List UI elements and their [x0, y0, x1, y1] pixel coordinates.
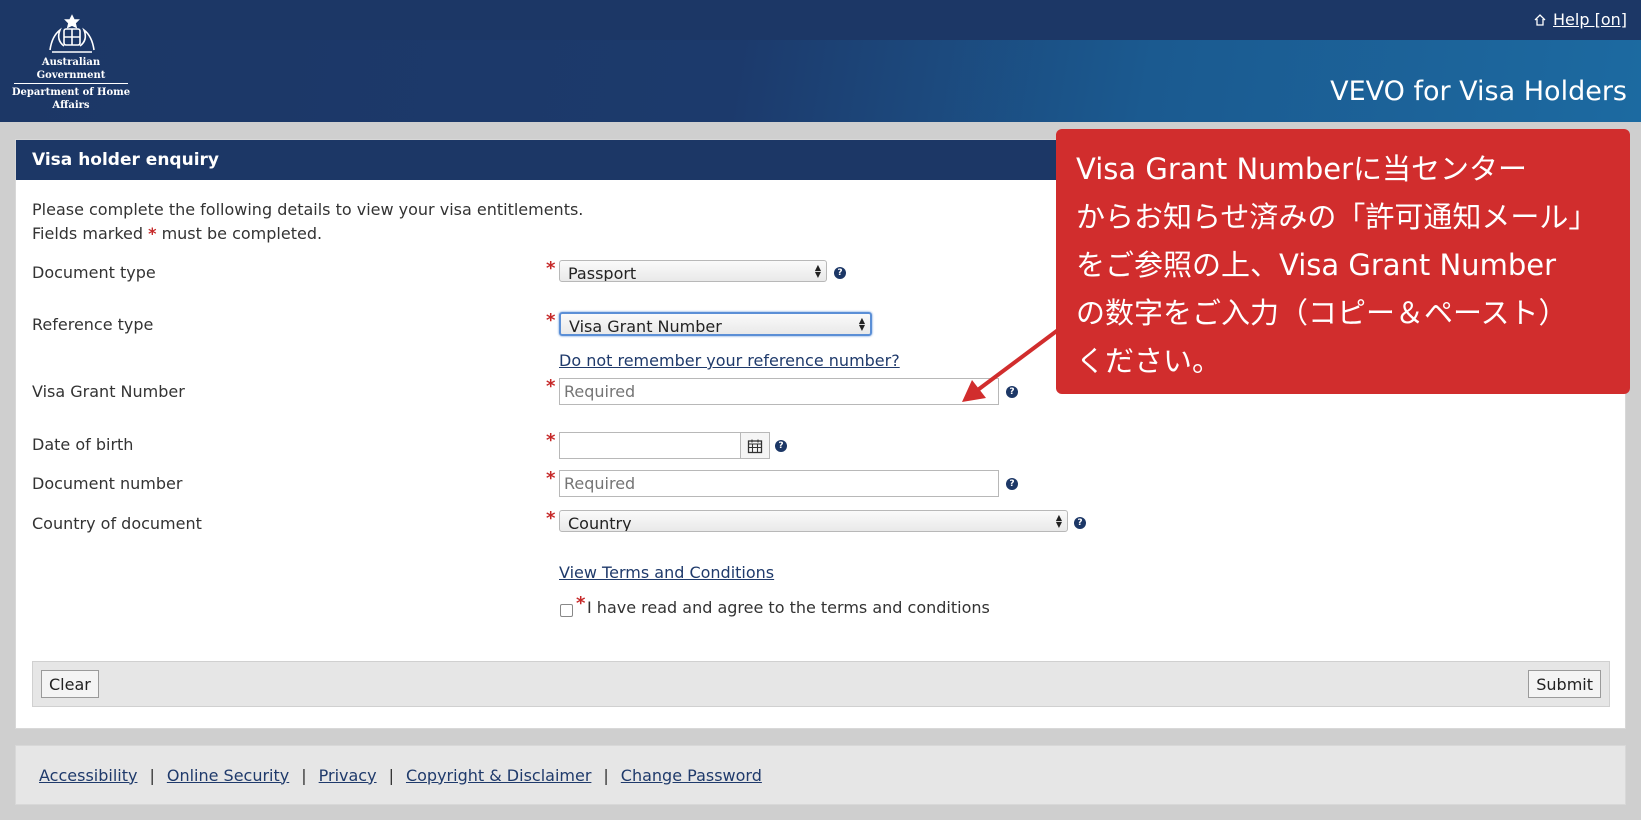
reference-type-label: Reference type [32, 315, 154, 334]
required-marker: * [546, 468, 556, 489]
app-title: VEVO for Visa Holders [1330, 76, 1627, 107]
help-link[interactable]: Help [on] [1553, 10, 1627, 29]
home-icon [1534, 13, 1546, 26]
agree-terms-label: I have read and agree to the terms and c… [587, 598, 990, 617]
footer-link-accessibility[interactable]: Accessibility [39, 766, 137, 785]
document-type-select[interactable]: Passport ▲ ▼ [559, 260, 827, 282]
site-footer: Accessibility | Online Security | Privac… [15, 745, 1626, 805]
clear-button[interactable]: Clear [41, 670, 99, 698]
help-icon[interactable]: ? [1074, 517, 1086, 529]
annotation-callout: Visa Grant Numberに当センター からお知らせ済みの「許可通知メー… [1056, 129, 1630, 394]
document-number-label: Document number [32, 474, 183, 493]
required-marker: * [576, 593, 586, 614]
visa-grant-number-label: Visa Grant Number [32, 382, 185, 401]
button-bar: Clear Submit [32, 661, 1610, 707]
coat-of-arms-icon [49, 14, 95, 53]
required-marker: * [148, 224, 157, 243]
required-marker: * [546, 258, 556, 279]
calendar-button[interactable] [741, 432, 770, 459]
visa-grant-number-input[interactable] [559, 378, 999, 405]
document-type-label: Document type [32, 263, 156, 282]
forgot-reference-link[interactable]: Do not remember your reference number? [559, 351, 900, 370]
site-header: Australian Government Department of Home… [0, 0, 1641, 122]
footer-link-copyright[interactable]: Copyright & Disclaimer [406, 766, 591, 785]
help-icon[interactable]: ? [1006, 386, 1018, 398]
header-topbar [0, 0, 1641, 40]
country-of-document-label: Country of document [32, 514, 202, 533]
submit-button[interactable]: Submit [1528, 670, 1601, 698]
select-arrows-icon: ▲ ▼ [814, 263, 821, 279]
date-of-birth-label: Date of birth [32, 435, 134, 454]
footer-link-change-password[interactable]: Change Password [621, 766, 762, 785]
help-icon[interactable]: ? [775, 440, 787, 452]
reference-type-select[interactable]: Visa Grant Number ▲ ▼ [559, 312, 872, 336]
required-marker: * [546, 310, 556, 331]
help-icon[interactable]: ? [834, 267, 846, 279]
date-of-birth-input[interactable] [559, 432, 741, 459]
help-icon[interactable]: ? [1006, 478, 1018, 490]
select-arrows-icon: ▲ ▼ [1055, 513, 1062, 529]
select-arrows-icon: ▲ ▼ [858, 316, 865, 332]
document-number-input[interactable] [559, 470, 999, 497]
country-of-document-select[interactable]: Country ▲ ▼ [559, 510, 1068, 532]
agree-terms-checkbox[interactable] [560, 604, 573, 617]
required-marker: * [546, 508, 556, 529]
required-marker: * [546, 376, 556, 397]
government-name: Australian Government Department of Home… [11, 57, 131, 111]
footer-link-online-security[interactable]: Online Security [167, 766, 289, 785]
help-toggle[interactable]: Help [on] [1533, 10, 1627, 29]
intro-text: Please complete the following details to… [32, 200, 584, 243]
required-marker: * [546, 430, 556, 451]
calendar-icon [747, 439, 763, 453]
footer-link-privacy[interactable]: Privacy [319, 766, 377, 785]
terms-link[interactable]: View Terms and Conditions [559, 563, 774, 582]
